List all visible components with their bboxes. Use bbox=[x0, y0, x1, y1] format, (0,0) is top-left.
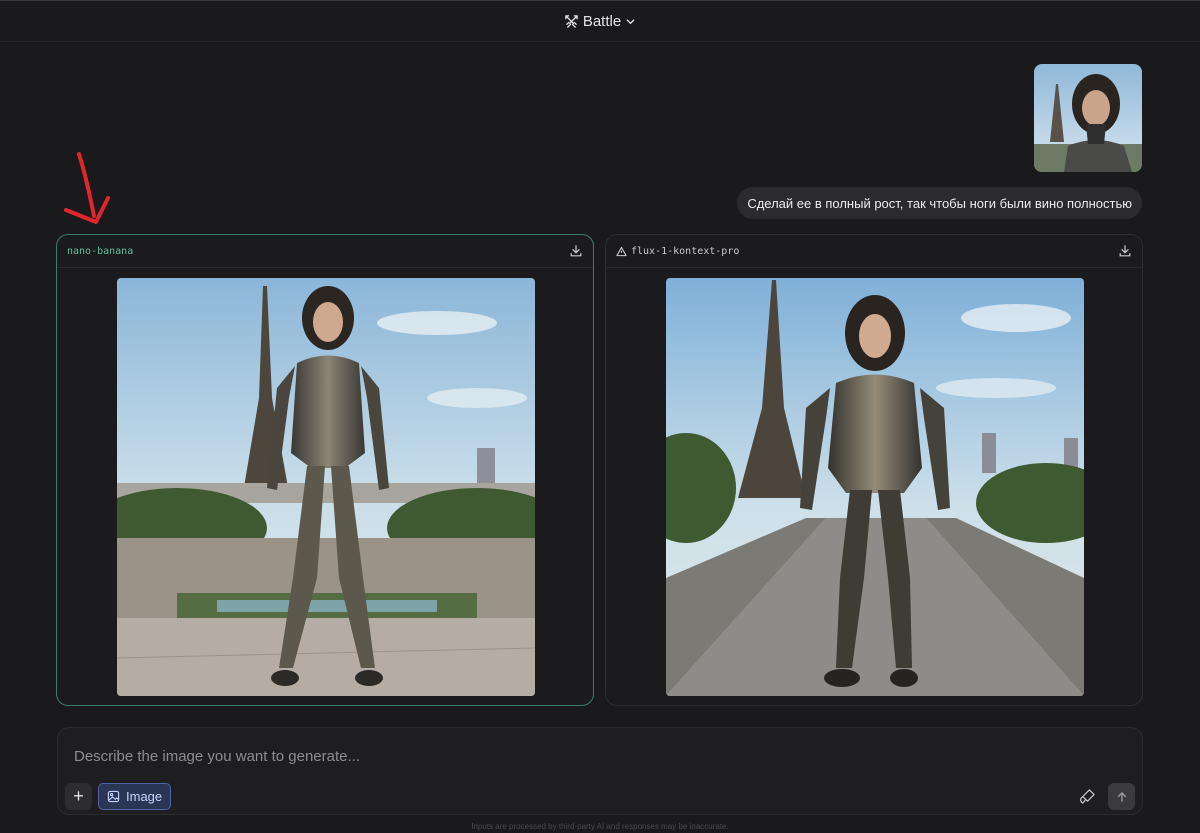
triangle-warning-icon bbox=[616, 246, 627, 256]
mode-label: Battle bbox=[582, 12, 622, 30]
image-mode-label: Image bbox=[126, 789, 163, 804]
paintbrush-button[interactable] bbox=[1076, 785, 1098, 807]
panel-header: flux-1-kontext-pro bbox=[606, 235, 1142, 268]
prompt-input[interactable] bbox=[74, 746, 974, 766]
user-uploaded-image[interactable] bbox=[1034, 64, 1142, 172]
generated-image[interactable] bbox=[117, 278, 535, 696]
user-message: Сделай ее в полный рост, так чтобы ноги … bbox=[737, 187, 1142, 219]
chevron-down-icon bbox=[626, 18, 635, 24]
footer-disclaimer: Inputs are processed by third-party AI a… bbox=[471, 822, 729, 831]
model-name: flux-1-kontext-pro bbox=[616, 246, 739, 257]
image-mode-button[interactable]: Image bbox=[98, 783, 172, 810]
download-icon[interactable] bbox=[569, 244, 583, 258]
swords-icon bbox=[565, 14, 578, 28]
download-icon[interactable] bbox=[1118, 244, 1132, 258]
model-name: nano-banana bbox=[67, 245, 134, 257]
generated-image[interactable] bbox=[666, 278, 1084, 696]
user-message-text: Сделай ее в полный рост, так чтобы ноги … bbox=[747, 195, 1132, 211]
response-panel-a[interactable]: nano-banana bbox=[56, 234, 594, 706]
image-icon bbox=[107, 790, 120, 803]
prompt-composer: + Image bbox=[57, 727, 1143, 815]
annotation-arrow-icon bbox=[64, 152, 110, 224]
plus-icon: + bbox=[73, 786, 84, 806]
top-bar: Battle bbox=[0, 0, 1200, 42]
arrow-up-icon bbox=[1117, 791, 1126, 802]
paintbrush-icon bbox=[1079, 788, 1095, 804]
add-attachment-button[interactable]: + bbox=[65, 783, 92, 810]
response-panel-b[interactable]: flux-1-kontext-pro bbox=[605, 234, 1143, 706]
send-button[interactable] bbox=[1108, 783, 1135, 810]
mode-switcher[interactable]: Battle bbox=[564, 13, 636, 30]
panel-header: nano-banana bbox=[57, 235, 593, 268]
